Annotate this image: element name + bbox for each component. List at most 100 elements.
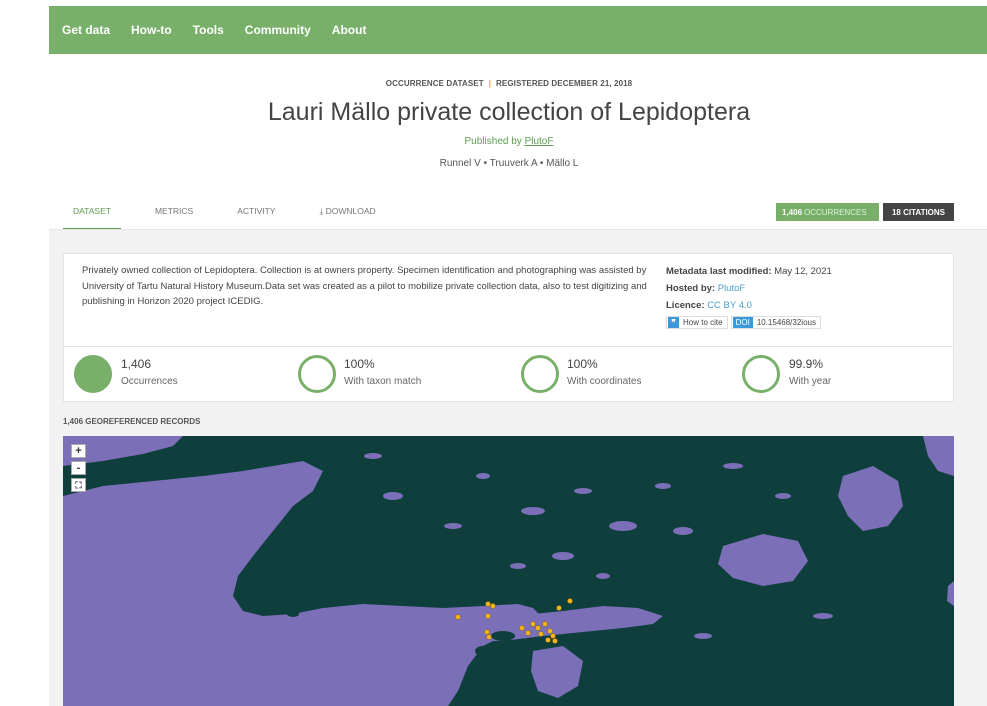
lake-5 [609,521,637,531]
occurrence-point [552,638,558,644]
map-canvas[interactable] [63,436,954,706]
hosted-row: Hosted by: PlutoF [666,280,832,297]
occurrence-point [547,628,553,634]
lake-ladoga [718,534,808,586]
dataset-metadata: Metadata last modified: May 12, 2021 Hos… [666,263,832,329]
stat-label: With coordinates [567,376,642,387]
meta-separator: | [488,79,492,88]
occurrence-point [519,625,525,631]
nav-tools[interactable]: Tools [193,23,224,37]
lake-18 [133,553,153,559]
hosted-label: Hosted by: [666,283,716,294]
stat-label: Occurrences [121,376,178,387]
lake-17 [111,517,135,525]
description-card: Privately owned collection of Lepidopter… [63,253,954,348]
zoom-in-button[interactable]: + [71,444,86,458]
occurrence-point [485,613,491,619]
occurrence-point [567,598,573,604]
page-title: Lauri Mällo private collection of Lepido… [267,98,751,126]
occurrence-point [542,621,548,627]
lake-10 [596,573,610,579]
lake-9 [510,563,526,569]
lake-12 [364,453,382,459]
stat-value: 99.9% [789,357,824,371]
licence-link[interactable]: CC BY 4.0 [707,300,752,311]
lake-11 [444,523,462,529]
island-1 [491,631,515,641]
nav-get-data[interactable]: Get data [62,23,110,37]
doi-label: DOI [732,317,753,328]
occurrence-point [550,633,556,639]
occurrence-point [490,603,496,609]
zoom-out-button[interactable]: - [71,461,86,475]
lake-16 [184,493,202,499]
published-prefix: Published by [464,136,522,147]
lake-13 [723,463,743,469]
occurrence-point [556,605,562,611]
tab-dataset[interactable]: DATASET [63,200,121,230]
how-to-cite-label: How to cite [683,318,723,327]
how-to-cite-button[interactable]: ❞ How to cite [666,316,728,329]
map-water [63,436,954,706]
publisher-link[interactable]: PlutoF [525,136,554,147]
nav-how-to[interactable]: How-to [131,23,172,37]
lake-3 [521,507,545,515]
stat-value: 1,406 [121,357,152,371]
dataset-meta: OCCURRENCE DATASET | REGISTERED DECEMBER 2… [0,79,987,88]
stat-value: 100% [344,357,375,371]
occurrence-point [545,637,551,643]
stat-value: 100% [567,357,598,371]
modified-label: Metadata last modified: [666,266,772,277]
lake-15 [255,503,271,509]
doi-value: 10.15468/32ious [756,318,816,327]
dataset-type-label: OCCURRENCE DATASET [385,79,484,88]
lake-1 [383,492,403,500]
lake-20 [813,613,833,619]
doi-badge[interactable]: DOI 10.15468/32ious [730,316,821,329]
tab-download[interactable]: ⤓ DOWNLOAD [309,200,385,230]
licence-label: Licence: [666,300,705,311]
occurrences-pill[interactable]: 1,406 OCCURRENCES [776,203,879,221]
lake-4 [574,488,592,494]
occurrences-count: 1,406 [782,207,803,217]
white-sea [923,436,954,476]
lake-19 [694,633,712,639]
circle-icon [742,355,780,393]
occurrence-point [535,625,541,631]
occurrence-point [484,629,490,635]
nav-community[interactable]: Community [245,23,311,37]
modified-value: May 12, 2021 [774,266,832,277]
nav-about[interactable]: About [332,23,367,37]
lake-14 [775,493,791,499]
dataset-tabs: DATASET METRICS ACTIVITY ⤓ DOWNLOAD [63,200,410,230]
lake-6 [655,483,671,489]
licence-row: Licence: CC BY 4.0 [666,297,832,314]
lake-2 [476,473,490,479]
occurrence-map[interactable]: + - ⛶ [63,436,954,706]
circle-icon [521,355,559,393]
occurrences-pill-label: OCCURRENCES [804,207,867,217]
lake-8 [552,552,574,560]
filled-circle-icon [74,355,112,393]
right-lake [947,581,954,606]
top-nav: Get data How-to Tools Community About [49,6,987,54]
tab-metrics[interactable]: METRICS [145,200,203,230]
metadata-modified-row: Metadata last modified: May 12, 2021 [666,263,832,280]
occurrence-point [455,614,461,620]
cite-row: ❞ How to cite DOI 10.15468/32ious [666,316,832,329]
circle-icon [298,355,336,393]
authors-list: Runnel V • Truuverk A • Mällo L [439,158,579,169]
hosted-link[interactable]: PlutoF [718,283,745,294]
island-2 [475,646,491,656]
published-by: Published by PlutoF [0,136,987,147]
gulf-of-riga [531,646,583,698]
citations-pill[interactable]: 18 CITATIONS [883,203,954,221]
lake-7 [673,527,693,535]
tab-activity[interactable]: ACTIVITY [227,200,285,230]
occurrence-point [538,631,544,637]
georeferenced-heading: 1,406 GEOREFERENCED RECORDS [63,417,201,426]
occurrence-point [530,621,536,627]
occurrence-point [485,601,491,607]
fullscreen-icon[interactable]: ⛶ [71,478,86,492]
registered-date: REGISTERED DECEMBER 21, 2018 [496,79,633,88]
